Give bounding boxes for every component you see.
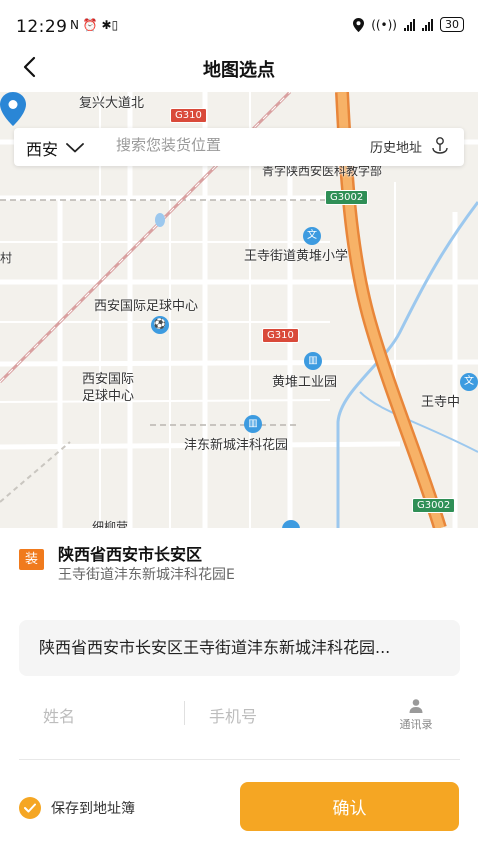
loading-badge: 装 xyxy=(19,549,44,570)
full-address-field[interactable]: 陕西省西安市长安区王寺街道沣东新城沣科花园... xyxy=(19,620,460,676)
contacts-label: 通讯录 xyxy=(399,718,433,731)
culture-poi-icon: 文 xyxy=(460,373,478,391)
map-label-fengdong: 沣东新城沣科花园 xyxy=(184,438,289,453)
location-icon xyxy=(353,17,365,32)
city-select[interactable]: 西安 xyxy=(26,136,84,160)
map-label-football-center-2b: 足球中心 xyxy=(82,389,135,404)
school-poi-icon: 文 xyxy=(303,227,321,245)
industrial-park-poi-icon: ▥ xyxy=(304,352,322,370)
sports-poi-icon: ⚽ xyxy=(151,316,169,334)
page-title: 地图选点 xyxy=(203,60,275,81)
map-label-wangsi-right: 王寺中 xyxy=(421,395,461,410)
location-history-icon xyxy=(432,137,448,154)
map-label-wangsi-school: 王寺街道黄堆小学 xyxy=(244,249,349,264)
road-badge-g3002-bottom: G3002 xyxy=(412,498,456,513)
address-subtitle: 王寺街道沣东新城沣科花园E xyxy=(58,567,235,583)
search-input[interactable] xyxy=(116,137,336,154)
nav-bar: 地图选点 xyxy=(0,40,478,92)
map-label-fuxing: 复兴大道北 xyxy=(79,96,145,111)
location-pin-icon xyxy=(0,92,26,126)
map-label-cun: 村 xyxy=(0,251,13,265)
map-label-football-center: 西安国际足球中心 xyxy=(94,299,199,314)
contact-row: 通讯录 xyxy=(19,688,460,760)
contacts-button[interactable]: 通讯录 xyxy=(391,698,441,732)
chevron-down-icon xyxy=(66,143,84,153)
search-bar: 西安 历史地址 xyxy=(14,128,464,166)
battery-icon: 30 xyxy=(440,17,464,32)
status-notification-icons: N ⏰ ✱▯ xyxy=(70,18,119,32)
map-label-bottom-partial: 细柳营 xyxy=(92,520,129,528)
status-bar: 12:29 N ⏰ ✱▯ ((•)) 30 xyxy=(0,0,478,40)
road-badge-g310-mid: G310 xyxy=(262,328,299,343)
signal-icon-2 xyxy=(422,18,433,31)
address-panel: 装 陕西省西安市长安区 王寺街道沣东新城沣科花园E 陕西省西安市长安区王寺街道沣… xyxy=(0,528,478,850)
checkmark-icon xyxy=(24,803,36,813)
signal-icon xyxy=(404,18,415,31)
map-label-huangdui-park: 黄堆工业园 xyxy=(272,375,338,390)
save-label: 保存到地址簿 xyxy=(51,801,135,817)
checkbox-checked-icon[interactable] xyxy=(19,797,41,819)
history-address-button[interactable]: 历史地址 xyxy=(370,136,450,156)
road-badge-g3002: G3002 xyxy=(325,190,369,205)
status-time: 12:29 xyxy=(16,17,68,37)
save-to-address-book[interactable]: 保存到地址簿 xyxy=(19,797,135,819)
wifi-icon: ((•)) xyxy=(371,17,397,32)
field-divider xyxy=(184,701,185,725)
phone-input[interactable] xyxy=(209,702,379,730)
name-input[interactable] xyxy=(43,702,173,730)
status-right-icons: ((•)) 30 xyxy=(353,17,464,32)
confirm-button[interactable]: 确认 xyxy=(240,782,459,831)
residential-poi-icon: ▥ xyxy=(244,415,262,433)
road-badge-g310: G310 xyxy=(170,108,207,123)
history-address-label: 历史地址 xyxy=(369,140,422,156)
address-title: 陕西省西安市长安区 xyxy=(58,545,203,564)
city-select-label: 西安 xyxy=(26,140,59,159)
person-icon xyxy=(409,699,423,713)
